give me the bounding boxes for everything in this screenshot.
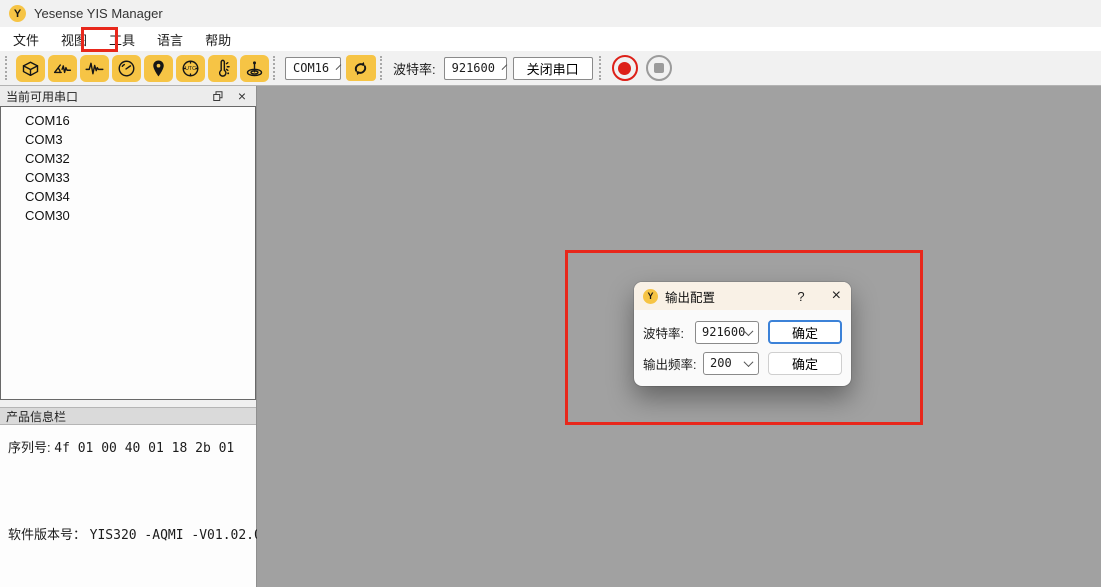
utc-clock-button[interactable]: UTC <box>176 55 205 82</box>
dialog-help-button[interactable]: ? <box>797 289 804 304</box>
rate-ok-button[interactable]: 确定 <box>768 352 842 375</box>
menu-help[interactable]: 帮助 <box>194 27 242 52</box>
product-info-area: 序列号: 4f 01 00 40 01 18 2b 01 软件版本号： YIS3… <box>0 425 256 587</box>
software-version-label: 软件版本号： <box>8 527 86 542</box>
port-list-item[interactable]: COM16 <box>1 111 255 130</box>
software-version-row: 软件版本号： YIS320 -AQMI -V01.02.03; <box>8 524 248 543</box>
baud-rate-select[interactable]: 921600 <box>444 57 507 80</box>
menu-view[interactable]: 视图 <box>50 27 98 52</box>
dock-title: 当前可用串口 <box>6 88 78 105</box>
waveform-button[interactable] <box>80 55 109 82</box>
dialog-rate-select[interactable]: 200 <box>703 352 759 375</box>
dialog-close-button[interactable]: × <box>832 289 841 303</box>
stop-icon <box>654 63 664 73</box>
menubar: 文件 视图 工具 语言 帮助 <box>0 27 1101 51</box>
utc-clock-icon: UTC <box>180 58 201 79</box>
menu-tools[interactable]: 工具 <box>98 27 146 52</box>
port-list-item[interactable]: COM32 <box>1 149 255 168</box>
toolbar: UTC COM16 <box>0 51 1101 86</box>
product-info-header: 产品信息栏 <box>0 407 256 425</box>
svg-text:UTC: UTC <box>185 65 196 71</box>
location-pin-icon <box>148 58 169 79</box>
serial-number-row: 序列号: 4f 01 00 40 01 18 2b 01 <box>8 437 248 456</box>
app-window: Y Yesense YIS Manager 文件 视图 工具 语言 帮助 <box>0 0 1101 587</box>
toolbar-drag-handle[interactable] <box>273 56 278 80</box>
output-rate-config-row: 输出频率: 200 确定 <box>643 351 842 375</box>
angle-waveform-button[interactable] <box>48 55 77 82</box>
com-port-value: COM16 <box>293 61 329 75</box>
thermometer-icon <box>212 58 233 79</box>
cube-3d-button[interactable] <box>16 55 45 82</box>
toolbar-drag-handle[interactable] <box>380 56 385 80</box>
dialog-rate-value: 200 <box>710 356 732 370</box>
dialog-title: 输出配置 <box>665 287 715 306</box>
dialog-baud-value: 921600 <box>702 325 745 339</box>
dock-close-button[interactable]: × <box>234 89 250 104</box>
gauge-icon <box>116 58 137 79</box>
com-port-select[interactable]: COM16 <box>285 57 341 80</box>
stop-button[interactable] <box>646 55 672 81</box>
refresh-icon <box>350 58 371 79</box>
dialog-titlebar: Y 输出配置 ? × <box>634 282 851 310</box>
port-list-item[interactable]: COM33 <box>1 168 255 187</box>
dialog-rate-label: 输出频率: <box>643 354 696 373</box>
port-list-item[interactable]: COM34 <box>1 187 255 206</box>
dock-header: 当前可用串口 × <box>0 86 256 106</box>
baud-rate-config-row: 波特率: 921600 确定 <box>643 320 842 344</box>
menu-file[interactable]: 文件 <box>2 27 50 52</box>
chevron-down-icon <box>502 64 508 70</box>
baud-rate-label: 波特率: <box>393 59 436 78</box>
dock-float-button[interactable] <box>210 89 226 104</box>
record-icon <box>618 62 631 75</box>
dialog-baud-label: 波特率: <box>643 323 684 342</box>
serial-port-dock: 当前可用串口 × COM16 COM3 COM32 COM33 COM34 CO… <box>0 86 257 587</box>
available-ports-list: COM16 COM3 COM32 COM33 COM34 COM30 <box>0 106 256 400</box>
thermometer-button[interactable] <box>208 55 237 82</box>
close-serial-button[interactable]: 关闭串口 <box>513 57 593 80</box>
record-button[interactable] <box>612 55 638 81</box>
baud-rate-value: 921600 <box>452 61 495 75</box>
serial-number-value: 4f 01 00 40 01 18 2b 01 <box>54 441 234 456</box>
probe-icon <box>244 58 265 79</box>
dialog-body: 波特率: 921600 确定 输出频率: 200 确定 <box>634 310 851 375</box>
dialog-logo-icon: Y <box>643 289 658 304</box>
app-logo-icon: Y <box>9 5 26 22</box>
serial-number-label: 序列号: <box>8 440 51 455</box>
toolbar-drag-handle[interactable] <box>5 56 10 80</box>
output-config-dialog: Y 输出配置 ? × 波特率: 921600 确定 输出频率: 200 确定 <box>634 282 851 386</box>
toolbar-drag-handle[interactable] <box>599 56 604 80</box>
port-list-item[interactable]: COM3 <box>1 130 255 149</box>
software-version-value: YIS320 -AQMI -V01.02.03; <box>90 528 278 543</box>
chevron-down-icon <box>336 64 342 70</box>
port-list-item[interactable]: COM30 <box>1 206 255 225</box>
window-titlebar: Y Yesense YIS Manager <box>0 0 1101 27</box>
angle-waveform-icon <box>52 58 73 79</box>
chevron-down-icon <box>744 357 754 367</box>
gauge-button[interactable] <box>112 55 141 82</box>
refresh-ports-button[interactable] <box>346 55 376 81</box>
product-info-title: 产品信息栏 <box>6 408 66 425</box>
dialog-baud-select[interactable]: 921600 <box>695 321 759 344</box>
window-title: Yesense YIS Manager <box>34 6 163 21</box>
menu-language[interactable]: 语言 <box>146 27 194 52</box>
probe-button[interactable] <box>240 55 269 82</box>
waveform-icon <box>84 58 105 79</box>
location-pin-button[interactable] <box>144 55 173 82</box>
float-window-icon <box>212 90 224 102</box>
baud-ok-button[interactable]: 确定 <box>768 320 842 344</box>
cube-3d-icon <box>20 58 41 79</box>
app-body: 当前可用串口 × COM16 COM3 COM32 COM33 COM34 CO… <box>0 86 1101 587</box>
